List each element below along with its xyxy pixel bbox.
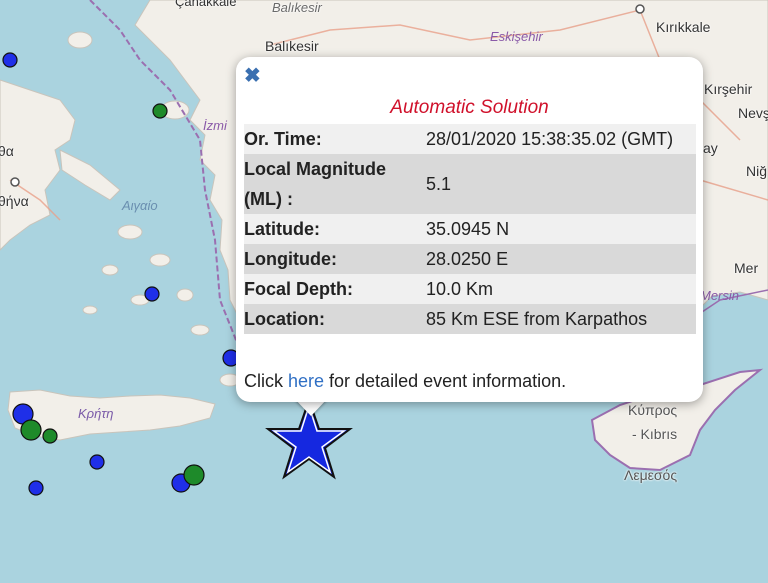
latitude-value: 35.0945 N (426, 219, 510, 239)
map-label-athina: θήνα (0, 193, 29, 209)
map-label-kibris: - Kıbrıs (632, 426, 678, 442)
location-value: 85 Km ESE from Karpathos (426, 309, 648, 329)
map-label-athina-top: θα (0, 143, 14, 159)
popup-title: Automatic Solution (390, 97, 549, 118)
popup-footer: Click here for detailed event informatio… (244, 368, 566, 394)
longitude-value: 28.0250 E (426, 249, 509, 269)
table-row: Or. Time: 28/01/2020 15:38:35.02 (GMT) (244, 124, 696, 154)
table-row: Local Magnitude (ML) : 5.1 (244, 154, 696, 214)
event-marker[interactable] (89, 454, 105, 470)
event-marker[interactable] (144, 286, 160, 302)
longitude-label: Longitude: (244, 249, 337, 269)
table-row: Focal Depth: 10.0 Km (244, 274, 696, 304)
latitude-label: Latitude: (244, 219, 320, 239)
map-label-kirsehir: Kırşehir (704, 81, 753, 97)
map-label-kypros: Κύπρος (628, 402, 678, 418)
map-label-kirikkale: Kırıkkale (656, 19, 711, 35)
origin-time-label: Or. Time: (244, 129, 322, 149)
event-marker[interactable] (183, 464, 205, 486)
table-row: Latitude: 35.0945 N (244, 214, 696, 244)
focal-depth-value: 10.0 Km (426, 279, 494, 299)
city-marker (10, 177, 20, 187)
map-label-balikesir: Balıkesir (265, 38, 319, 54)
magnitude-label: Local Magnitude (ML) : (244, 159, 387, 209)
city-marker (635, 4, 645, 14)
event-marker[interactable] (20, 419, 42, 441)
event-marker[interactable] (2, 52, 18, 68)
map-label-izmir: İzmi (203, 118, 227, 133)
event-marker[interactable] (28, 480, 44, 496)
map-label-ay: ay (703, 140, 718, 156)
table-row: Location: 85 Km ESE from Karpathos (244, 304, 696, 334)
event-popup: ✖ Automatic Solution Or. Time: 28/01/202… (236, 57, 703, 402)
footer-prefix: Click (244, 371, 288, 391)
magnitude-value: 5.1 (426, 174, 452, 194)
map-label-kriti: Κρήτη (78, 406, 114, 421)
location-label: Location: (244, 309, 325, 329)
origin-time-value: 28/01/2020 15:38:35.02 (GMT) (426, 129, 674, 149)
close-icon[interactable]: ✖ (244, 66, 261, 86)
footer-suffix: for detailed event information. (324, 371, 567, 391)
event-marker[interactable] (42, 428, 58, 444)
map-label-nevsehir: Nevş (738, 105, 768, 121)
event-info-table: Or. Time: 28/01/2020 15:38:35.02 (GMT) L… (244, 124, 696, 334)
map-label-mer: Mer (734, 260, 759, 276)
map-label-eskisehir: Eskişehir (490, 29, 543, 44)
event-marker[interactable] (152, 103, 168, 119)
map-label-aigaio: Αιγαίο (122, 198, 158, 213)
map-label-canakkale: Çanakkale (175, 0, 237, 9)
map-label-nigde: Niğ (746, 163, 768, 179)
table-row: Longitude: 28.0250 E (244, 244, 696, 274)
map-label-lemesos: Λεμεσός (624, 467, 678, 483)
map-label-mersin: Mersin (700, 288, 740, 303)
event-details-link[interactable]: here (288, 371, 324, 391)
focal-depth-label: Focal Depth: (244, 279, 354, 299)
map-label-balikesir-region: Balıkesir (272, 0, 322, 15)
